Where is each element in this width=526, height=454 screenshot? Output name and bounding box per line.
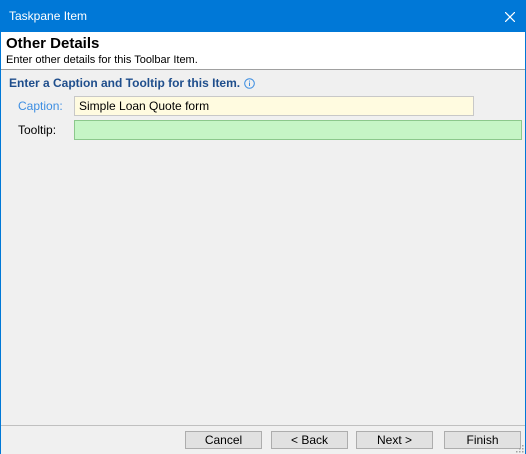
- page-subtitle: Enter other details for this Toolbar Ite…: [6, 54, 198, 66]
- section-heading-text: Enter a Caption and Tooltip for this Ite…: [9, 76, 241, 90]
- wizard-header: Other Details Enter other details for th…: [1, 32, 525, 70]
- window-title: Taskpane Item: [9, 9, 88, 23]
- tooltip-label: Tooltip:: [18, 123, 57, 137]
- close-button[interactable]: [495, 1, 525, 32]
- resize-grip-icon[interactable]: [514, 443, 524, 453]
- close-icon: [505, 11, 515, 22]
- info-icon[interactable]: [244, 77, 255, 89]
- section-heading: Enter a Caption and Tooltip for this Ite…: [9, 76, 255, 90]
- tooltip-input[interactable]: [74, 120, 522, 140]
- back-button[interactable]: < Back: [271, 431, 348, 449]
- dialog-window: Taskpane Item Other Details Enter other …: [0, 0, 526, 454]
- cancel-button[interactable]: Cancel: [185, 431, 262, 449]
- next-button[interactable]: Next >: [356, 431, 433, 449]
- page-title: Other Details: [6, 35, 100, 52]
- title-bar: Taskpane Item: [1, 1, 525, 32]
- caption-label: Caption:: [18, 99, 63, 113]
- button-bar: Cancel < Back Next > Finish: [1, 425, 525, 454]
- caption-input[interactable]: [74, 96, 474, 116]
- finish-button[interactable]: Finish: [444, 431, 521, 449]
